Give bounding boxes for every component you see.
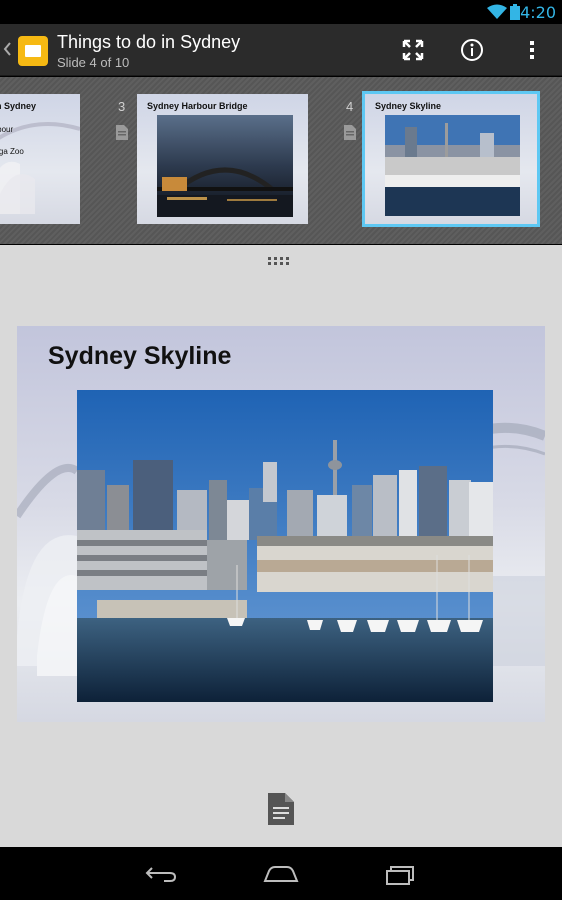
slide-filmstrip[interactable]: n Sydney arbour e onga Zoo k 3 Sydney Ha… bbox=[0, 77, 562, 244]
clock: 4:20 bbox=[520, 3, 556, 22]
status-bar: 4:20 bbox=[0, 0, 562, 24]
thumbnail-title: Sydney Harbour Bridge bbox=[147, 101, 248, 111]
back-icon bbox=[145, 867, 177, 882]
action-bar: Things to do in Sydney Slide 4 of 10 bbox=[0, 24, 562, 76]
overflow-menu-icon bbox=[530, 41, 534, 59]
thumbnail-title: Sydney Skyline bbox=[375, 101, 442, 111]
fullscreen-button[interactable] bbox=[397, 34, 429, 66]
home-button[interactable] bbox=[256, 859, 306, 889]
overflow-menu-button[interactable] bbox=[516, 34, 548, 66]
fullscreen-icon bbox=[402, 39, 424, 61]
up-caret-icon[interactable] bbox=[2, 41, 12, 57]
slide-number: 3 bbox=[118, 99, 126, 114]
current-slide[interactable]: Sydney Skyline bbox=[17, 326, 545, 722]
home-icon bbox=[263, 866, 299, 882]
info-icon bbox=[461, 39, 483, 61]
slide-thumbnail-3[interactable]: Sydney Harbour Bridge bbox=[137, 94, 308, 224]
slide-thumbnail-4[interactable]: Sydney Skyline bbox=[362, 91, 540, 227]
back-button[interactable] bbox=[136, 859, 186, 889]
navigation-bar bbox=[0, 847, 562, 900]
slide-thumbnail-2[interactable]: n Sydney arbour e onga Zoo k bbox=[0, 94, 80, 224]
slide-number: 4 bbox=[346, 99, 354, 114]
skyline-photo-thumbnail bbox=[385, 115, 520, 216]
battery-icon bbox=[510, 4, 520, 20]
speaker-notes-icon bbox=[116, 125, 128, 140]
speaker-notes-icon bbox=[344, 125, 356, 140]
skyline-photo[interactable] bbox=[77, 390, 493, 702]
slide-position: Slide 4 of 10 bbox=[57, 55, 130, 70]
harbour-bridge-photo bbox=[157, 115, 293, 217]
thumbnail-bullets: arbour e onga Zoo k bbox=[0, 125, 24, 156]
presentation-title: Things to do in Sydney bbox=[57, 32, 241, 52]
wifi-icon bbox=[487, 4, 507, 19]
recent-apps-icon bbox=[386, 866, 414, 885]
recent-apps-button[interactable] bbox=[376, 859, 426, 889]
info-button[interactable] bbox=[456, 34, 488, 66]
slide-title[interactable]: Sydney Skyline bbox=[48, 342, 231, 371]
filmstrip-resize-handle[interactable] bbox=[266, 255, 294, 267]
slides-app-icon[interactable] bbox=[18, 36, 48, 66]
speaker-notes-icon[interactable] bbox=[268, 793, 294, 825]
thumbnail-title: n Sydney bbox=[0, 101, 37, 111]
